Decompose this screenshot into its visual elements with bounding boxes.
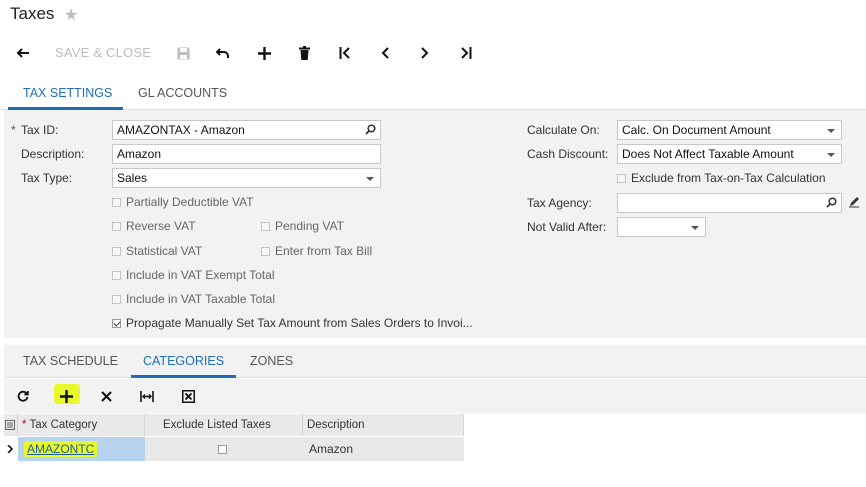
checkbox-label: Propagate Manually Set Tax Amount from S… (126, 316, 473, 330)
checkbox-box (112, 294, 121, 304)
not-valid-after-label: Not Valid After: (527, 220, 607, 234)
include-vat-taxable-checkbox[interactable]: Include in VAT Taxable Total (112, 292, 275, 306)
exclude-listed-checkbox[interactable] (218, 445, 227, 455)
description-field[interactable]: Amazon (112, 144, 381, 164)
first-record-icon[interactable] (336, 44, 354, 62)
checkbox-box (112, 246, 121, 256)
partially-deductible-vat-checkbox[interactable]: Partially Deductible VAT (112, 195, 254, 209)
calculate-on-select[interactable]: Calc. On Document Amount (617, 120, 842, 140)
delete-icon[interactable] (295, 44, 313, 62)
checkbox-label: Include in VAT Exempt Total (126, 268, 275, 282)
chevron-down-icon (691, 226, 699, 230)
enter-from-tax-bill-checkbox[interactable]: Enter from Tax Bill (261, 244, 372, 258)
export-excel-icon[interactable] (179, 387, 197, 405)
column-header-label: Description (307, 419, 365, 431)
cash-discount-value: Does Not Affect Taxable Amount (622, 147, 794, 161)
tax-category-link[interactable]: AMAZONTC (24, 441, 98, 457)
refresh-icon[interactable] (14, 387, 32, 405)
required-mark: * (11, 123, 16, 137)
tax-type-select[interactable]: Sales (112, 168, 381, 188)
delete-row-icon[interactable] (97, 387, 115, 405)
cash-discount-label: Cash Discount: (527, 147, 609, 161)
calculate-on-label: Calculate On: (527, 123, 600, 137)
back-arrow-icon[interactable] (14, 44, 32, 62)
tab-zones[interactable]: ZONES (250, 354, 293, 368)
column-header-exclude-listed[interactable]: Exclude Listed Taxes (145, 414, 303, 436)
chevron-down-icon (827, 129, 835, 133)
not-valid-after-select[interactable] (617, 217, 706, 237)
checkbox-label: Reverse VAT (126, 219, 196, 233)
chevron-down-icon (827, 153, 835, 157)
checkbox-box (112, 197, 121, 207)
include-vat-exempt-checkbox[interactable]: Include in VAT Exempt Total (112, 268, 275, 282)
statistical-vat-checkbox[interactable]: Statistical VAT (112, 244, 202, 258)
checkbox-label: Partially Deductible VAT (126, 195, 254, 209)
grid-settings-icon[interactable] (4, 414, 18, 436)
checkbox-label: Exclude from Tax-on-Tax Calculation (631, 171, 826, 185)
column-header-tax-category[interactable]: * Tax Category (18, 414, 145, 436)
checkbox-label: Statistical VAT (126, 244, 203, 258)
checkbox-label: Pending VAT (275, 219, 344, 233)
table-row[interactable]: AMAZONTC (18, 437, 145, 461)
active-subtab-indicator (131, 375, 236, 378)
calculate-on-value: Calc. On Document Amount (622, 123, 771, 137)
cash-discount-select[interactable]: Does Not Affect Taxable Amount (617, 144, 842, 164)
tax-id-label: Tax ID: (21, 123, 59, 137)
tax-type-label: Tax Type: (21, 171, 73, 185)
save-icon[interactable] (174, 44, 192, 62)
checkbox-box (617, 173, 626, 183)
next-record-icon[interactable] (416, 44, 434, 62)
row-selector-icon[interactable] (4, 437, 18, 461)
add-icon[interactable] (255, 44, 273, 62)
fit-columns-icon[interactable] (138, 387, 156, 405)
search-icon[interactable] (365, 124, 376, 139)
pending-vat-checkbox[interactable]: Pending VAT (261, 219, 344, 233)
tax-id-value: AMAZONTAX - Amazon (117, 123, 245, 137)
chevron-down-icon (366, 177, 374, 181)
checkbox-box (261, 221, 270, 231)
tax-agency-label: Tax Agency: (527, 196, 592, 210)
tab-categories[interactable]: CATEGORIES (143, 354, 224, 368)
last-record-icon[interactable] (457, 44, 475, 62)
add-row-icon[interactable] (57, 387, 75, 405)
tax-type-value: Sales (117, 171, 148, 185)
checkbox-box (261, 246, 270, 256)
detail-tabs: TAX SCHEDULE CATEGORIES ZONES (4, 345, 866, 378)
description-label: Description: (21, 147, 85, 161)
undo-icon[interactable] (214, 44, 232, 62)
column-header-description[interactable]: Description (303, 414, 464, 436)
exclude-tax-on-tax-checkbox[interactable]: Exclude from Tax-on-Tax Calculation (617, 171, 826, 185)
tab-tax-settings[interactable]: TAX SETTINGS (23, 86, 112, 100)
tax-id-field[interactable]: AMAZONTAX - Amazon (112, 120, 381, 140)
exclude-listed-taxes-cell[interactable] (145, 437, 303, 461)
grid-toolbar (4, 379, 866, 413)
checkbox-box (112, 270, 121, 280)
tax-agency-field[interactable] (617, 193, 842, 213)
main-tabs: TAX SETTINGS GL ACCOUNTS (0, 70, 866, 110)
propagate-tax-amount-checkbox[interactable]: Propagate Manually Set Tax Amount from S… (112, 316, 473, 330)
description-cell[interactable]: Amazon (303, 437, 464, 461)
previous-record-icon[interactable] (376, 44, 394, 62)
reverse-vat-checkbox[interactable]: Reverse VAT (112, 219, 196, 233)
search-icon[interactable] (826, 197, 837, 212)
edit-pencil-icon[interactable] (848, 196, 860, 211)
tab-tax-schedule[interactable]: TAX SCHEDULE (23, 354, 118, 368)
save-close-button[interactable]: SAVE & CLOSE (55, 45, 151, 60)
checkbox-label: Include in VAT Taxable Total (126, 292, 275, 306)
column-header-label: Tax Category (29, 419, 98, 431)
checkbox-label: Enter from Tax Bill (275, 244, 373, 258)
tab-gl-accounts[interactable]: GL ACCOUNTS (138, 86, 227, 100)
checkbox-box (112, 318, 121, 328)
checkbox-box (112, 221, 121, 231)
column-header-label: Exclude Listed Taxes (163, 419, 271, 431)
page-title: Taxes (10, 4, 55, 23)
favorite-star-icon[interactable]: ★ (64, 5, 78, 25)
